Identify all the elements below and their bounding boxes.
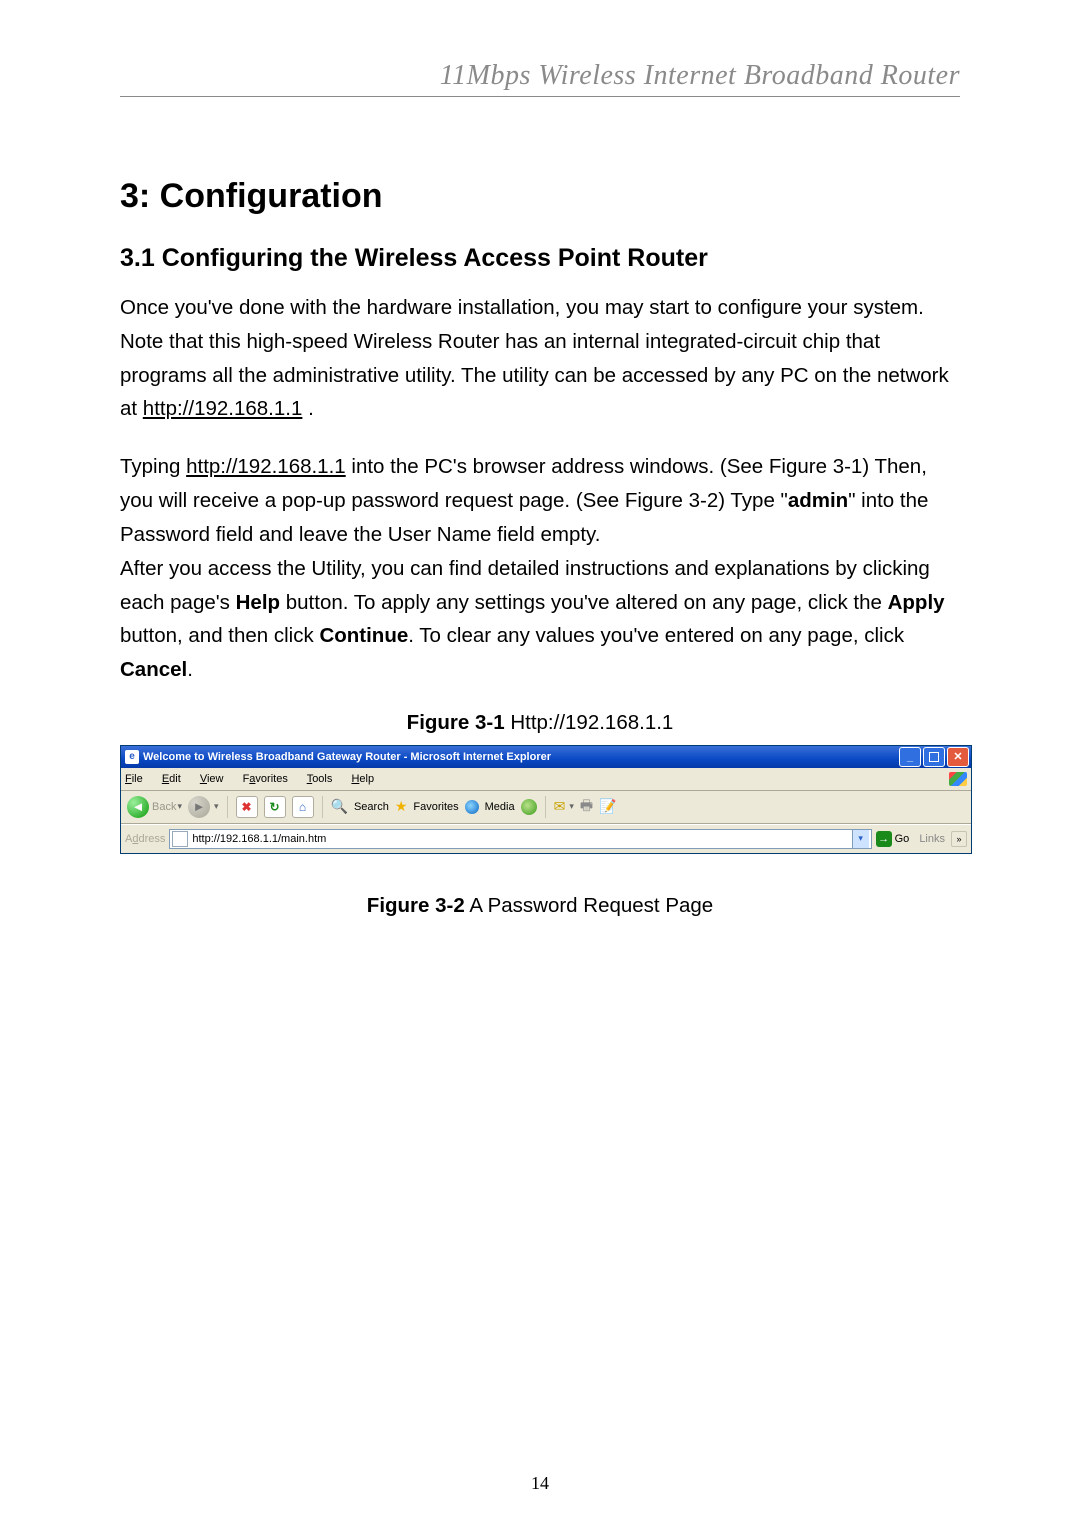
menu-file[interactable]: File bbox=[125, 773, 151, 785]
chevron-down-icon: ▾ bbox=[177, 801, 182, 812]
text-run: . bbox=[302, 397, 313, 420]
back-button[interactable]: ◄ Back ▾ bbox=[127, 796, 182, 818]
edit-button[interactable]: 📝 bbox=[599, 798, 616, 815]
back-arrow-icon: ◄ bbox=[127, 796, 149, 818]
close-button[interactable]: ✕ bbox=[947, 747, 969, 767]
menu-favorites[interactable]: Favorites bbox=[243, 773, 296, 785]
bold-cancel: Cancel bbox=[120, 658, 187, 681]
stop-button[interactable]: ✖ bbox=[236, 796, 258, 818]
windows-flag-icon bbox=[949, 772, 967, 786]
text-run: . bbox=[187, 658, 193, 681]
text-run: . To clear any values you've entered on … bbox=[408, 624, 904, 647]
ie-menubar: File Edit View Favorites Tools Help bbox=[121, 768, 971, 791]
minimize-button[interactable]: _ bbox=[899, 747, 921, 767]
page-header: 11Mbps Wireless Internet Broadband Route… bbox=[120, 60, 960, 97]
address-dropdown-button[interactable]: ▾ bbox=[852, 830, 869, 848]
maximize-button[interactable] bbox=[923, 747, 945, 767]
menu-help[interactable]: Help bbox=[351, 773, 382, 785]
go-arrow-icon: → bbox=[876, 831, 892, 847]
address-label: Address bbox=[125, 833, 165, 845]
bold-continue: Continue bbox=[319, 624, 408, 647]
ie-app-icon: e bbox=[125, 750, 139, 764]
heading-chapter: 3: Configuration bbox=[120, 177, 960, 216]
page-number: 14 bbox=[0, 1473, 1080, 1494]
ie-window: e Welcome to Wireless Broadband Gateway … bbox=[120, 745, 972, 854]
search-icon: 🔍 bbox=[331, 798, 348, 815]
link-url: http://192.168.1.1 bbox=[143, 397, 303, 420]
toolbar-separator bbox=[545, 796, 546, 818]
figure-text: Http://192.168.1.1 bbox=[505, 711, 674, 734]
history-button[interactable] bbox=[521, 799, 537, 815]
go-label: Go bbox=[895, 833, 910, 845]
ie-address-bar: Address ▾ → Go Links » bbox=[121, 824, 971, 853]
paragraph-2: Typing http://192.168.1.1 into the PC's … bbox=[120, 450, 960, 687]
stop-icon: ✖ bbox=[242, 800, 252, 814]
forward-button[interactable]: ► bbox=[188, 796, 210, 818]
text-run: button, and then click bbox=[120, 624, 319, 647]
home-icon: ⌂ bbox=[299, 800, 306, 814]
media-icon bbox=[465, 800, 479, 814]
text-run: button. To apply any settings you've alt… bbox=[280, 591, 888, 614]
back-label: Back bbox=[152, 801, 176, 813]
paragraph-1: Once you've done with the hardware insta… bbox=[120, 291, 960, 426]
menu-edit[interactable]: Edit bbox=[162, 773, 189, 785]
text-run: Typing bbox=[120, 455, 186, 478]
bold-admin: admin bbox=[788, 489, 848, 512]
mail-button[interactable]: ✉ bbox=[554, 798, 566, 815]
chevron-down-icon: ▾ bbox=[214, 801, 219, 812]
search-button[interactable]: Search bbox=[354, 801, 389, 813]
media-button[interactable]: Media bbox=[485, 801, 515, 813]
toolbar-separator bbox=[227, 796, 228, 818]
chevron-down-icon: ▾ bbox=[569, 801, 574, 812]
ie-titlebar: e Welcome to Wireless Broadband Gateway … bbox=[121, 746, 971, 768]
go-button[interactable]: → Go bbox=[876, 831, 910, 847]
favorites-icon: ★ bbox=[395, 798, 408, 815]
ie-toolbar: ◄ Back ▾ ► ▾ ✖ ↻ ⌂ 🔍 Search ★ Favorites … bbox=[121, 791, 971, 824]
figure-label: Figure 3-2 bbox=[367, 894, 465, 917]
bold-apply: Apply bbox=[888, 591, 945, 614]
figure-1-caption: Figure 3-1 Http://192.168.1.1 bbox=[120, 711, 960, 735]
page-icon bbox=[172, 831, 188, 847]
links-expand-button[interactable]: » bbox=[951, 831, 967, 847]
refresh-button[interactable]: ↻ bbox=[264, 796, 286, 818]
menu-view[interactable]: View bbox=[200, 773, 232, 785]
links-label[interactable]: Links bbox=[919, 833, 945, 845]
link-url: http://192.168.1.1 bbox=[186, 455, 346, 478]
favorites-button[interactable]: Favorites bbox=[413, 801, 458, 813]
bold-help: Help bbox=[236, 591, 280, 614]
figure-text: A Password Request Page bbox=[465, 894, 713, 917]
address-input[interactable] bbox=[192, 831, 847, 847]
refresh-icon: ↻ bbox=[270, 800, 280, 814]
print-button[interactable]: 🖶 bbox=[580, 795, 593, 819]
address-combobox[interactable]: ▾ bbox=[169, 829, 871, 849]
ie-window-title: Welcome to Wireless Broadband Gateway Ro… bbox=[143, 751, 551, 763]
heading-section: 3.1 Configuring the Wireless Access Poin… bbox=[120, 244, 960, 273]
home-button[interactable]: ⌂ bbox=[292, 796, 314, 818]
figure-label: Figure 3-1 bbox=[407, 711, 505, 734]
menu-tools[interactable]: Tools bbox=[307, 773, 341, 785]
figure-2-caption: Figure 3-2 A Password Request Page bbox=[120, 894, 960, 918]
toolbar-separator bbox=[322, 796, 323, 818]
